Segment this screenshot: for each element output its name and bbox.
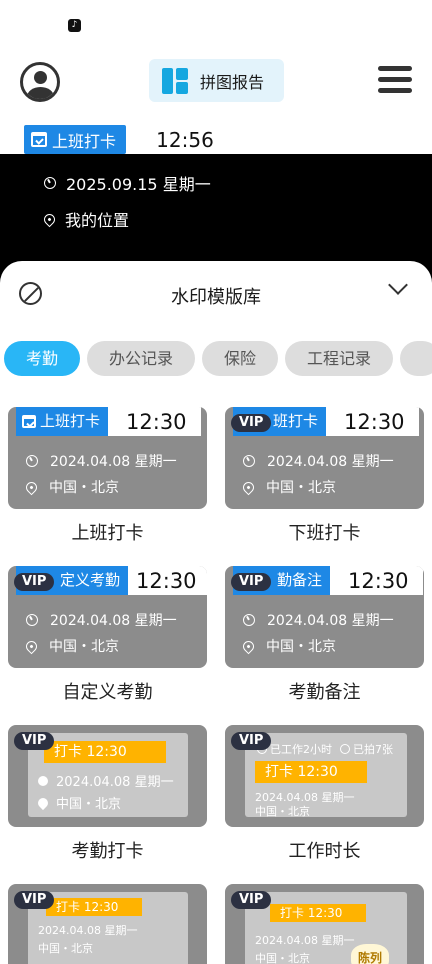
punch-bar: 打卡 12:30 — [46, 898, 142, 916]
preview-location: 我的位置 — [65, 211, 130, 230]
preview-time: 12:56 — [132, 125, 238, 154]
tab-office-record[interactable]: 办公记录 — [87, 341, 196, 376]
vip-badge: VIP — [14, 891, 55, 909]
vip-badge: VIP — [14, 732, 55, 750]
sheet-title: 水印模版库 — [171, 287, 261, 308]
clock-icon — [44, 177, 56, 189]
template-date: 2024.04.08 星期一 — [56, 775, 174, 790]
template-location: 中国・北京 — [266, 639, 336, 655]
preview-date-row: 2025.09.15 星期一 — [44, 171, 211, 195]
tab-attendance[interactable]: 考勤 — [4, 341, 81, 376]
tab-engineering-record[interactable]: 工程记录 — [285, 341, 394, 376]
preview-location-row: 我的位置 — [41, 207, 130, 231]
preview-watermark-badge[interactable]: 上班打卡 — [24, 125, 127, 154]
collage-icon — [162, 67, 188, 94]
template-time: 12:30 — [326, 407, 419, 436]
template-location: 中国・北京 — [49, 480, 119, 496]
template-time: 12:30 — [108, 407, 201, 436]
clock-icon — [26, 455, 38, 467]
template-card[interactable]: VIP 打卡 12:30 2024.04.08 星期一 中国・北京 考勤打卡 — [8, 725, 207, 863]
template-date: 2024.04.08 星期一 — [50, 613, 177, 629]
clock-icon — [243, 614, 255, 626]
calendar-check-icon — [22, 415, 36, 428]
template-tag: 班打卡 — [273, 412, 319, 430]
template-location: 中国・北京 — [255, 952, 310, 964]
collage-report-button[interactable]: 拼图报告 — [149, 59, 284, 102]
photo-count-chip: 已拍7张 — [353, 743, 393, 756]
preview-badge-label: 上班打卡 — [52, 131, 117, 151]
location-pin-icon — [41, 211, 58, 227]
template-date: 2024.04.08 星期一 — [50, 454, 177, 470]
category-tabs: 考勤 办公记录 保险 工程记录 — [4, 341, 432, 376]
clock-icon — [38, 775, 48, 786]
punch-bar: 打卡 12:30 — [270, 904, 366, 922]
template-caption: 下班打卡 — [288, 523, 361, 544]
template-caption: 考勤打卡 — [71, 841, 144, 862]
template-thumbnail: VIP 打卡 12:30 2024.04.08 星期一 中国・北京 — [8, 725, 207, 827]
template-tag: 勤备注 — [277, 571, 323, 589]
template-thumbnail: VIP 班打卡 12:30 2024.04.08 星期一 中国・北京 — [225, 407, 424, 509]
work-duration-chip: 已工作2小时 — [270, 743, 332, 756]
template-caption: 工作时长 — [288, 841, 361, 862]
tab-more[interactable] — [400, 341, 432, 376]
template-location: 中国・北京 — [49, 639, 119, 655]
template-date: 2024.04.08 星期一 — [267, 454, 394, 470]
template-date: 2024.04.08 星期一 — [38, 924, 138, 937]
location-pin-icon — [35, 795, 51, 810]
camera-count-icon — [340, 744, 350, 754]
tiktok-icon: ♪ — [68, 19, 81, 32]
template-time: 12:30 — [330, 566, 423, 595]
vip-badge: VIP — [14, 573, 55, 591]
punch-bar: 打卡 12:30 — [44, 741, 166, 763]
template-location: 中国・北京 — [255, 805, 310, 818]
template-date: 2024.04.08 星期一 — [255, 934, 355, 947]
vip-badge: VIP — [231, 732, 272, 750]
hamburger-menu-icon[interactable] — [378, 66, 412, 96]
template-card[interactable]: 上班打卡 12:30 2024.04.08 星期一 中国・北京 上班打卡 — [8, 407, 207, 545]
template-card[interactable]: VIP 班打卡 12:30 2024.04.08 星期一 中国・北京 下班打卡 — [225, 407, 424, 545]
clock-icon — [26, 614, 38, 626]
display-stamp: 陈列 — [351, 944, 389, 964]
template-thumbnail: VIP 定义考勤 12:30 2024.04.08 星期一 中国・北京 — [8, 566, 207, 668]
location-pin-icon — [240, 479, 257, 495]
template-date: 2024.04.08 星期一 — [267, 613, 394, 629]
vip-badge: VIP — [231, 573, 272, 591]
sheet-header: 水印模版库 — [0, 261, 432, 323]
template-location: 中国・北京 — [56, 797, 122, 812]
location-pin-icon — [23, 638, 40, 654]
punch-bar: 打卡 12:30 — [255, 761, 367, 783]
vip-badge: VIP — [231, 414, 272, 432]
template-caption: 自定义考勤 — [62, 682, 153, 703]
template-thumbnail: VIP 已工作2小时 已拍7张 打卡 12:30 2024.04.08 星期一 … — [225, 725, 424, 827]
template-thumbnail: VIP 勤备注 12:30 2024.04.08 星期一 中国・北京 — [225, 566, 424, 668]
tab-insurance[interactable]: 保险 — [202, 341, 279, 376]
template-card[interactable]: VIP 定义考勤 12:30 2024.04.08 星期一 中国・北京 自定义考… — [8, 566, 207, 704]
template-card[interactable]: VIP 打卡 12:30 2024.04.08 星期一 中国・北京 陈列 — [225, 884, 424, 964]
template-card[interactable]: VIP 打卡 12:30 2024.04.08 星期一 中国・北京 — [8, 884, 207, 964]
template-thumbnail: VIP 打卡 12:30 2024.04.08 星期一 中国・北京 — [8, 884, 207, 964]
template-location: 中国・北京 — [266, 480, 336, 496]
user-avatar-icon[interactable] — [20, 62, 60, 102]
collage-report-label: 拼图报告 — [200, 72, 265, 92]
template-location: 中国・北京 — [38, 942, 93, 955]
template-time: 12:30 — [128, 566, 207, 595]
template-caption: 上班打卡 — [71, 523, 144, 544]
template-tag: 上班打卡 — [40, 412, 101, 430]
template-card[interactable]: VIP 勤备注 12:30 2024.04.08 星期一 中国・北京 考勤备注 — [225, 566, 424, 704]
vip-badge: VIP — [231, 891, 272, 909]
template-card[interactable]: VIP 已工作2小时 已拍7张 打卡 12:30 2024.04.08 星期一 … — [225, 725, 424, 863]
watermark-template-sheet: 水印模版库 考勤 办公记录 保险 工程记录 上班打卡 12:30 2024.04… — [0, 261, 432, 964]
location-pin-icon — [240, 638, 257, 654]
preview-date: 2025.09.15 星期一 — [66, 175, 211, 194]
template-thumbnail: 上班打卡 12:30 2024.04.08 星期一 中国・北京 — [8, 407, 207, 509]
template-thumbnail: VIP 打卡 12:30 2024.04.08 星期一 中国・北京 陈列 — [225, 884, 424, 964]
calendar-check-icon — [31, 132, 47, 147]
clock-icon — [243, 455, 255, 467]
status-bar: ♪ — [0, 0, 432, 46]
template-tag: 定义考勤 — [60, 571, 121, 589]
template-caption: 考勤备注 — [288, 682, 361, 703]
location-pin-icon — [23, 479, 40, 495]
